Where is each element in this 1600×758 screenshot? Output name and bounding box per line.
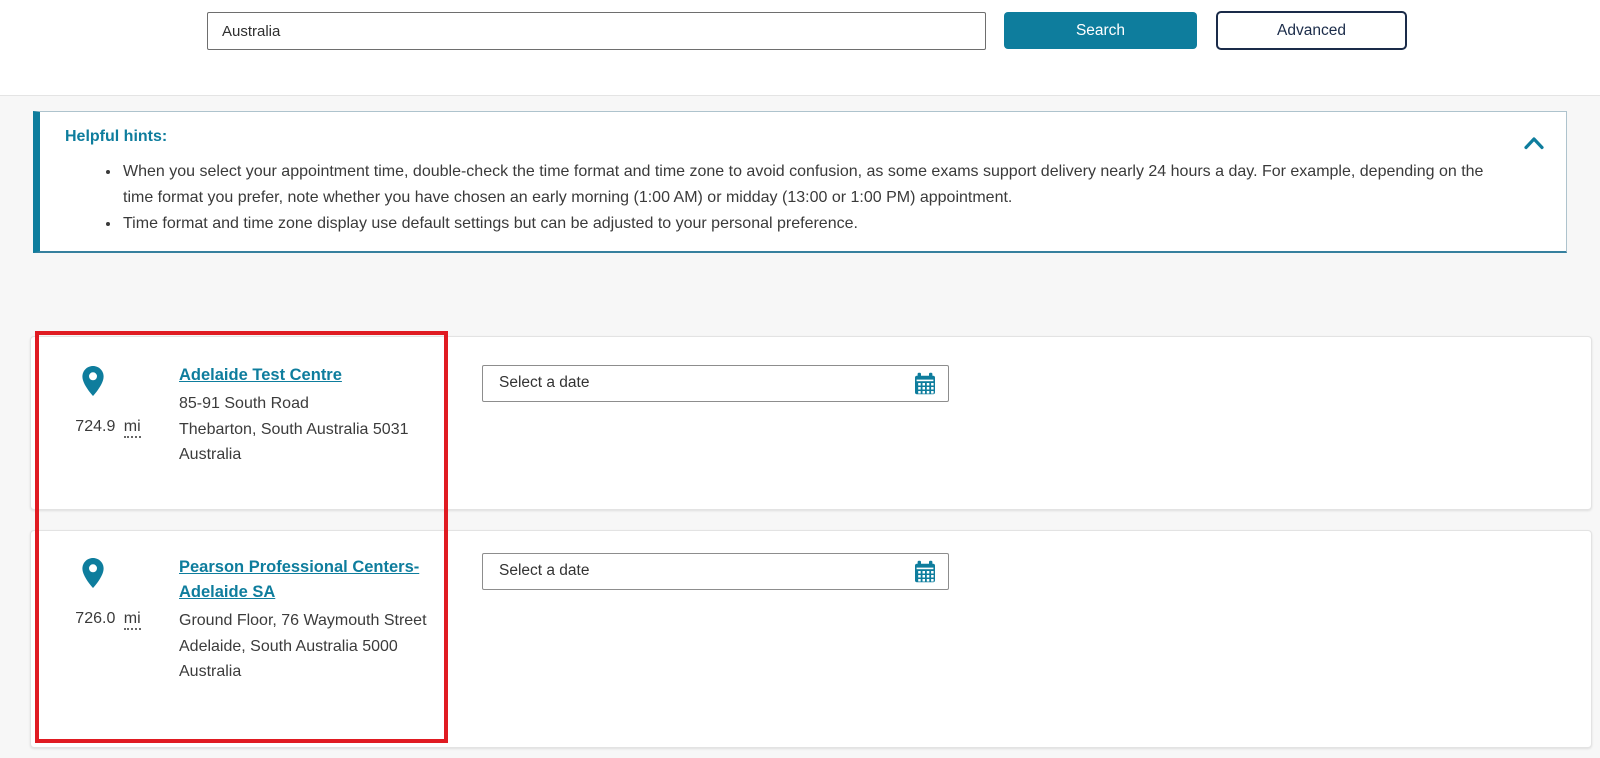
- center-name-link[interactable]: Adelaide Test Centre: [179, 366, 342, 384]
- distance-value: 726.0: [75, 610, 116, 627]
- test-center-row: 724.9 mi Adelaide Test Centre 85-91 Sout…: [30, 336, 1592, 510]
- search-button[interactable]: Search: [1004, 12, 1197, 49]
- address-line: 85-91 South Road: [179, 395, 309, 412]
- address-line: Adelaide, South Australia 5000: [179, 637, 398, 655]
- hint-item: When you select your appointment time, d…: [121, 159, 1500, 211]
- address-line: Ground Floor, 76 Waymouth Street: [179, 612, 427, 629]
- calendar-icon[interactable]: [913, 560, 937, 584]
- search-input[interactable]: [207, 12, 986, 50]
- date-input[interactable]: Select a date: [482, 365, 949, 402]
- location-pin-icon: [81, 557, 105, 589]
- hint-item: Time format and time zone display use de…: [121, 211, 1500, 237]
- date-placeholder: Select a date: [499, 562, 590, 579]
- date-input[interactable]: Select a date: [482, 553, 949, 590]
- hints-list: When you select your appointment time, d…: [40, 159, 1500, 237]
- helpful-hints-panel: Helpful hints: When you select your appo…: [33, 111, 1567, 253]
- center-info: Adelaide Test Centre 85-91 South Road Th…: [179, 363, 445, 468]
- distance-unit: mi: [123, 418, 141, 438]
- distance: 726.0 mi: [43, 610, 173, 630]
- location-pin-icon: [81, 365, 105, 397]
- advanced-button[interactable]: Advanced: [1216, 11, 1407, 50]
- collapse-hints-button[interactable]: [1520, 132, 1548, 156]
- address-line: Australia: [179, 446, 242, 463]
- test-center-row: 726.0 mi Pearson Professional Centers-Ad…: [30, 530, 1592, 748]
- address-line: Thebarton, South Australia 5031: [179, 420, 409, 438]
- hints-title: Helpful hints:: [65, 128, 168, 145]
- center-info: Pearson Professional Centers-Adelaide SA…: [179, 555, 445, 685]
- search-bar: Search Advanced: [0, 0, 1600, 95]
- chevron-up-icon: [1523, 136, 1545, 153]
- calendar-icon[interactable]: [913, 372, 937, 396]
- test-center-search-page: Search Advanced Helpful hints: When you …: [0, 0, 1600, 758]
- distance: 724.9 mi: [43, 418, 173, 438]
- center-name-link[interactable]: Pearson Professional Centers-Adelaide SA: [179, 558, 419, 601]
- distance-unit: mi: [123, 610, 141, 630]
- address-line: Australia: [179, 663, 242, 680]
- distance-value: 724.9: [75, 418, 116, 435]
- date-placeholder: Select a date: [499, 374, 590, 391]
